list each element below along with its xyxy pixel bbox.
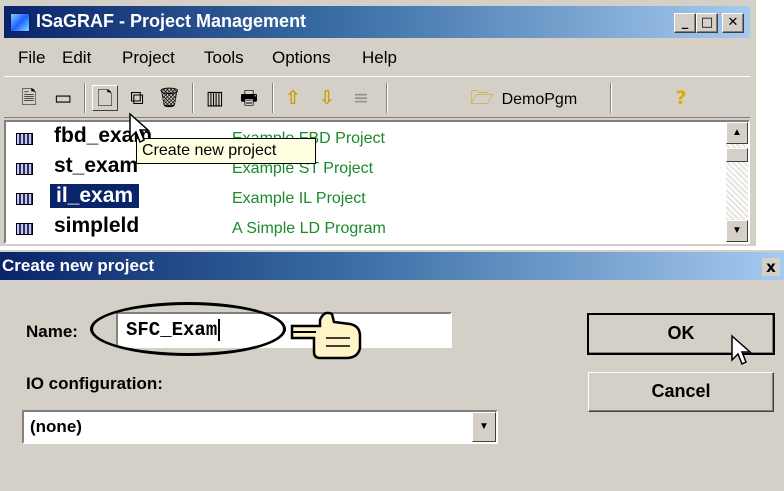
delete-project-icon[interactable]: 🗑 — [156, 85, 182, 111]
project-icon — [16, 223, 33, 235]
highlight-ellipse — [90, 302, 286, 356]
list-item[interactable]: il_exam Example IL Project — [6, 184, 716, 214]
close-button[interactable]: ✕ — [722, 13, 744, 33]
name-label: Name: — [26, 322, 78, 341]
mouse-pointer-icon — [129, 112, 150, 144]
move-up-icon[interactable]: ⇧ — [280, 85, 306, 111]
project-icon — [16, 193, 33, 205]
copy-project-icon[interactable]: ⧉ — [124, 85, 150, 111]
move-down-icon[interactable]: ⇩ — [314, 85, 340, 111]
list-item[interactable]: fbd_exam Example FBD Project — [6, 124, 716, 154]
io-configuration-label: IO configuration: — [26, 374, 163, 393]
project-name: il_exam — [50, 184, 140, 208]
tooltip: Create new project — [136, 138, 316, 164]
dialog-close-button[interactable]: x — [762, 258, 780, 276]
project-list: fbd_exam Example FBD Project st_exam Exa… — [4, 120, 750, 244]
menu-edit[interactable]: Edit — [62, 48, 91, 68]
project-name: simpleld — [54, 214, 140, 237]
toolbar: 🗎 ▭ 🗋 ⧉ 🗑 ▥ 🖶 ⇧ ⇩ ≡ 🗁 DemoPgm ? — [4, 76, 750, 118]
title-bar[interactable]: ISaGRAF - Project Management _ □ ✕ — [4, 6, 750, 38]
project-description: A Simple LD Program — [232, 220, 386, 237]
project-icon — [16, 133, 33, 145]
project-icon — [16, 163, 33, 175]
menu-file[interactable]: File — [18, 48, 45, 68]
open-project-icon[interactable]: 🗎 — [16, 85, 42, 111]
project-properties-icon[interactable]: ▭ — [50, 85, 76, 111]
scroll-down-button[interactable]: ▼ — [726, 220, 748, 242]
print-icon[interactable]: 🖶 — [236, 85, 262, 111]
io-configuration-select[interactable]: (none) ▼ — [22, 410, 498, 444]
sort-icon[interactable]: ≡ — [348, 85, 374, 111]
scroll-thumb[interactable] — [726, 148, 748, 162]
toolbar-separator — [610, 83, 612, 113]
demo-program-label: DemoPgm — [501, 91, 578, 108]
toolbar-separator — [84, 83, 86, 113]
vertical-scrollbar[interactable]: ▲ ▼ — [726, 122, 748, 242]
pointing-hand-icon — [290, 311, 362, 360]
io-connection-icon[interactable]: ▥ — [202, 85, 228, 111]
menu-tools[interactable]: Tools — [204, 48, 244, 68]
dialog-title-bar[interactable]: Create new project x — [0, 252, 784, 280]
help-icon[interactable]: ? — [668, 85, 694, 111]
cancel-button[interactable]: Cancel — [588, 372, 774, 412]
mouse-pointer-icon — [731, 334, 752, 366]
create-project-dialog: Create new project x Name: SFC_Exam IO c… — [0, 250, 784, 491]
new-project-icon[interactable]: 🗋 — [92, 85, 118, 111]
menu-project[interactable]: Project — [122, 48, 175, 68]
list-item[interactable]: st_exam Example ST Project — [6, 154, 716, 184]
window-title: ISaGRAF - Project Management — [36, 11, 307, 31]
io-configuration-value: (none) — [30, 417, 82, 436]
menu-options[interactable]: Options — [272, 48, 331, 68]
project-description: Example IL Project — [232, 190, 366, 207]
scroll-up-button[interactable]: ▲ — [726, 122, 748, 144]
isagraf-app-icon — [10, 13, 30, 32]
toolbar-separator — [272, 83, 274, 113]
menu-bar: File Edit Project Tools Options Help — [4, 42, 750, 72]
chevron-down-icon[interactable]: ▼ — [472, 412, 496, 442]
list-item[interactable]: simpleld A Simple LD Program — [6, 214, 716, 244]
project-name: st_exam — [54, 154, 139, 177]
project-management-window: ISaGRAF - Project Management _ □ ✕ File … — [0, 0, 756, 246]
toolbar-separator — [192, 83, 194, 113]
minimize-button[interactable]: _ — [674, 13, 696, 33]
dialog-title: Create new project — [2, 256, 155, 275]
menu-help[interactable]: Help — [362, 48, 397, 68]
folder-icon: 🗁 — [470, 87, 494, 109]
maximize-button[interactable]: □ — [696, 13, 718, 33]
demo-program-button[interactable]: 🗁 DemoPgm — [470, 85, 577, 111]
toolbar-separator — [386, 83, 388, 113]
